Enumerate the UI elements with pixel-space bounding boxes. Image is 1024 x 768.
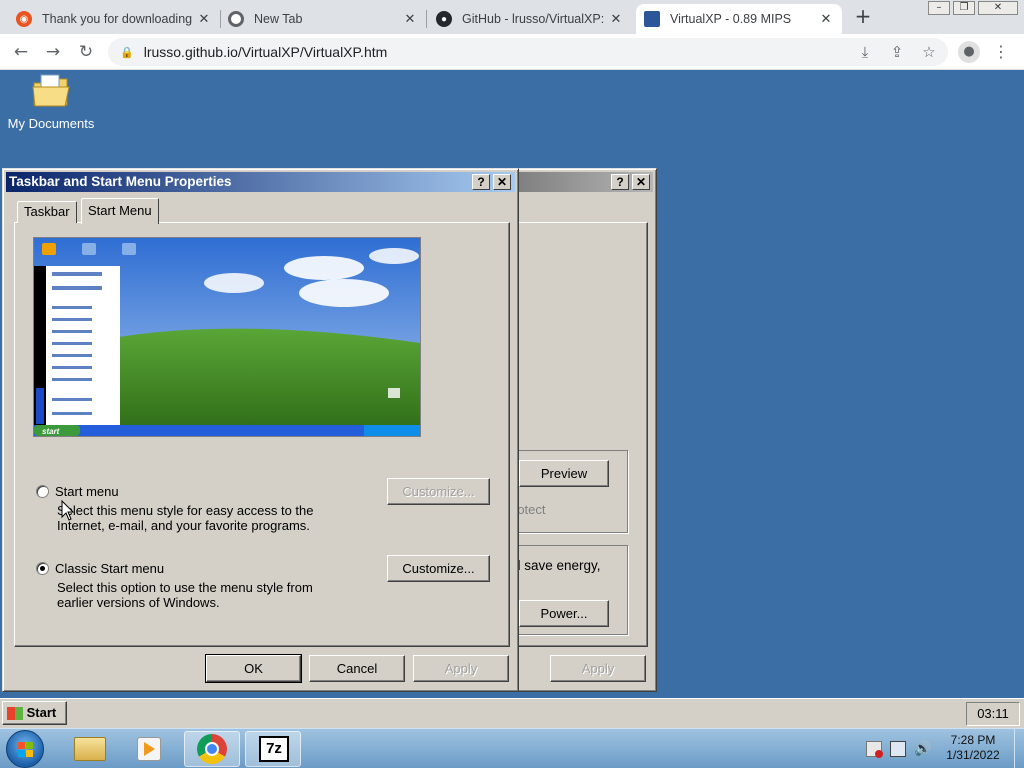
classic-start-menu-label[interactable]: Classic Start menu — [55, 561, 164, 576]
chrome-taskbar-icon[interactable] — [184, 731, 240, 767]
menu-kebab-icon[interactable]: ⋮ — [991, 42, 1011, 62]
seven-zip-label: 7z — [259, 736, 289, 762]
background-dialog-titlebar: ? ✕ — [519, 172, 653, 192]
bookmark-star-icon[interactable]: ☆ — [919, 42, 939, 62]
url-text: lrusso.github.io/VirtualXP/VirtualXP.htm — [143, 44, 388, 60]
background-apply-button[interactable]: Apply — [550, 655, 646, 682]
apply-button[interactable]: Apply — [413, 655, 509, 682]
new-tab-button[interactable]: + — [852, 6, 874, 28]
cancel-button[interactable]: Cancel — [309, 655, 405, 682]
media-player-icon[interactable] — [122, 731, 178, 767]
restore-window-icon[interactable]: ❐ — [953, 1, 975, 15]
start-menu-customize-button[interactable]: Customize... — [387, 478, 490, 505]
action-center-flag-icon[interactable] — [866, 741, 883, 758]
start-menu-radio[interactable] — [36, 485, 49, 498]
desktop-icon-my-documents[interactable]: My Documents — [3, 73, 99, 131]
virtualxp-icon — [644, 11, 660, 27]
reload-icon[interactable]: ↻ — [76, 42, 96, 62]
start-menu-description-line1: Select this menu style for easy access t… — [57, 503, 314, 518]
browser-toolbar: ← → ↻ 🔒 lrusso.github.io/VirtualXP/Virtu… — [0, 34, 1024, 70]
close-tab-icon[interactable]: ✕ — [196, 11, 212, 27]
help-icon[interactable]: ? — [472, 174, 490, 190]
xp-taskbar: Start 03:11 — [0, 698, 1024, 728]
install-app-icon[interactable]: ⤓ — [855, 42, 875, 62]
close-tab-icon[interactable]: ✕ — [818, 11, 834, 27]
close-icon[interactable]: ✕ — [493, 174, 511, 190]
xp-desktop: My Documents ? ✕ Preview rotect d save e… — [0, 71, 1024, 698]
start-menu-description-line2: Internet, e-mail, and your favorite prog… — [57, 518, 310, 533]
dialog-title: Taskbar and Start Menu Properties — [9, 174, 232, 189]
mouse-cursor-icon — [61, 500, 75, 521]
browser-tab-2[interactable]: ● GitHub - lrusso/VirtualXP: V ✕ — [428, 4, 632, 34]
classic-description-line1: Select this option to use the menu style… — [57, 580, 313, 595]
clock-time: 7:28 PM — [950, 733, 996, 747]
forward-arrow-icon[interactable]: → — [43, 42, 63, 62]
screensaver-group: Preview rotect — [513, 450, 628, 533]
taskbar-start-menu-properties-dialog: Taskbar and Start Menu Properties ? ✕ Ta… — [2, 168, 519, 692]
close-icon[interactable]: ✕ — [632, 174, 650, 190]
network-icon[interactable] — [890, 741, 906, 757]
my-documents-folder-icon — [32, 74, 70, 107]
preview-button[interactable]: Preview — [519, 460, 609, 487]
back-arrow-icon[interactable]: ← — [11, 42, 31, 62]
file-explorer-icon[interactable] — [62, 731, 118, 767]
chrome-icon — [228, 11, 244, 27]
classic-start-menu-radio[interactable] — [36, 562, 49, 575]
browser-tab-3-active[interactable]: VirtualXP - 0.89 MIPS ✕ — [636, 4, 842, 34]
system-clock[interactable]: 7:28 PM 1/31/2022 — [936, 733, 1010, 763]
background-dialog: ? ✕ Preview rotect d save energy, Power.… — [513, 168, 657, 692]
power-button[interactable]: Power... — [519, 600, 609, 627]
tab-title: Thank you for downloading — [42, 12, 192, 26]
ok-button[interactable]: OK — [205, 654, 302, 683]
xp-start-button[interactable]: Start — [2, 701, 67, 725]
tab-separator — [426, 10, 427, 28]
windows-flag-icon — [7, 707, 23, 721]
xp-clock: 03:11 — [966, 702, 1020, 726]
classic-customize-button[interactable]: Customize... — [387, 555, 490, 582]
energy-text: d save energy, — [513, 558, 601, 573]
browser-tab-1[interactable]: New Tab ✕ — [220, 4, 426, 34]
show-desktop-button[interactable] — [1014, 729, 1024, 768]
start-menu-preview-image: start — [33, 237, 421, 437]
clock-date: 1/31/2022 — [946, 748, 1000, 762]
7zip-icon[interactable]: 7z — [245, 731, 301, 767]
profile-avatar-icon[interactable]: ● — [958, 41, 980, 63]
xp-start-label: Start — [26, 705, 57, 720]
preview-start-label: start — [42, 427, 60, 436]
power-group: d save energy, Power... — [513, 545, 628, 635]
start-menu-label[interactable]: Start menu — [55, 484, 119, 499]
tab-taskbar[interactable]: Taskbar — [17, 201, 77, 223]
ubuntu-icon: ◉ — [16, 11, 32, 27]
windows7-start-orb-icon[interactable] — [6, 730, 44, 768]
volume-icon[interactable]: 🔊 — [914, 741, 931, 757]
xp-bliss-preview-svg: start — [34, 238, 420, 436]
browser-tab-0[interactable]: ◉ Thank you for downloading ✕ — [8, 4, 220, 34]
close-window-icon[interactable]: ✕ — [978, 1, 1018, 15]
classic-description-line2: earlier versions of Windows. — [57, 595, 220, 610]
tab-title: New Tab — [254, 12, 303, 26]
dialog-titlebar: Taskbar and Start Menu Properties ? ✕ — [6, 172, 515, 192]
lock-icon: 🔒 — [120, 45, 134, 59]
github-icon: ● — [436, 11, 452, 27]
close-tab-icon[interactable]: ✕ — [608, 11, 624, 27]
tab-start-menu[interactable]: Start Menu — [81, 198, 159, 224]
tab-title: GitHub - lrusso/VirtualXP: V — [462, 12, 604, 26]
help-icon[interactable]: ? — [611, 174, 629, 190]
windows7-taskbar: 7z 🔊 7:28 PM 1/31/2022 — [0, 728, 1024, 768]
tab-title: VirtualXP - 0.89 MIPS — [670, 12, 792, 26]
browser-tab-strip: ◉ Thank you for downloading ✕ New Tab ✕ … — [0, 0, 1024, 34]
minimize-window-icon[interactable]: – — [928, 1, 950, 15]
address-bar[interactable]: 🔒 lrusso.github.io/VirtualXP/VirtualXP.h… — [108, 38, 948, 66]
close-tab-icon[interactable]: ✕ — [402, 11, 418, 27]
desktop-icon-label: My Documents — [7, 116, 95, 131]
share-icon[interactable]: ⇪ — [887, 42, 907, 62]
